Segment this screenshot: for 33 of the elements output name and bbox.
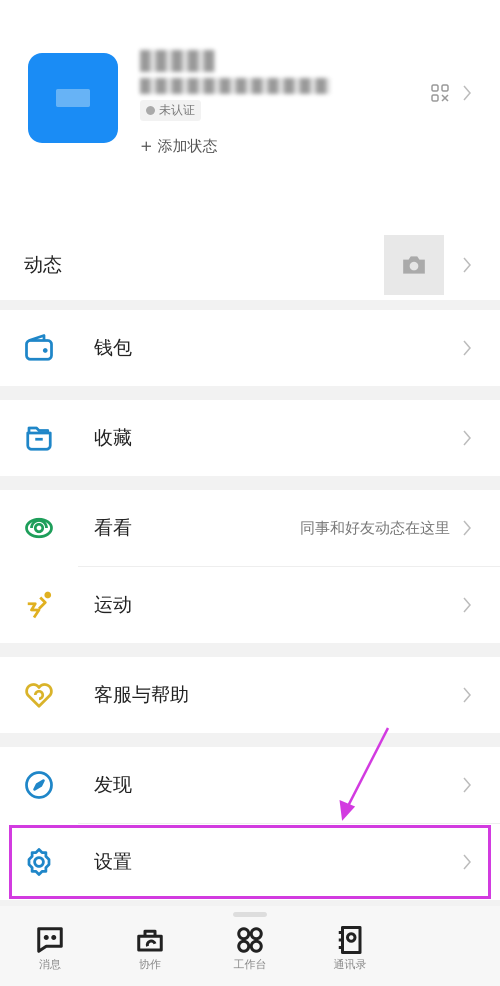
verification-badge: 未认证 (140, 100, 201, 121)
drag-handle[interactable] (233, 912, 267, 917)
chat-icon (35, 925, 65, 955)
chevron-icon (462, 595, 472, 615)
row-label: 钱包 (94, 336, 133, 361)
row-label: 客服与帮助 (94, 683, 190, 708)
chevron-icon (462, 428, 472, 448)
chevron-icon (462, 685, 472, 705)
qr-code-icon[interactable] (430, 83, 450, 103)
chevron-icon (462, 775, 472, 795)
chevron-icon (462, 338, 472, 358)
chevron-icon (462, 518, 472, 538)
row-label: 动态 (24, 253, 63, 278)
chevron-icon (462, 83, 472, 103)
row-label: 看看 (94, 516, 133, 541)
profile-card[interactable]: 未认证 + 添加状态 (0, 0, 500, 230)
compass-icon (24, 770, 54, 800)
chevron-icon (462, 255, 472, 275)
redacted-mark (56, 89, 90, 107)
grid-icon (235, 925, 265, 955)
row-label: 发现 (94, 773, 133, 798)
row-label: 运动 (94, 593, 133, 618)
wallet-icon (24, 333, 54, 363)
add-status-link[interactable]: + 添加状态 (140, 137, 218, 156)
row-label: 收藏 (94, 426, 133, 451)
menu-item[interactable]: 设置 (8, 824, 492, 900)
camera-tile[interactable] (384, 235, 444, 295)
heart-icon (24, 680, 54, 710)
row-hint: 同事和好友动态在这里 (300, 518, 450, 538)
camera-icon (401, 254, 427, 276)
row-label: 设置 (94, 850, 133, 875)
moments-row[interactable]: 动态 (0, 230, 500, 300)
chevron-icon (462, 852, 472, 872)
